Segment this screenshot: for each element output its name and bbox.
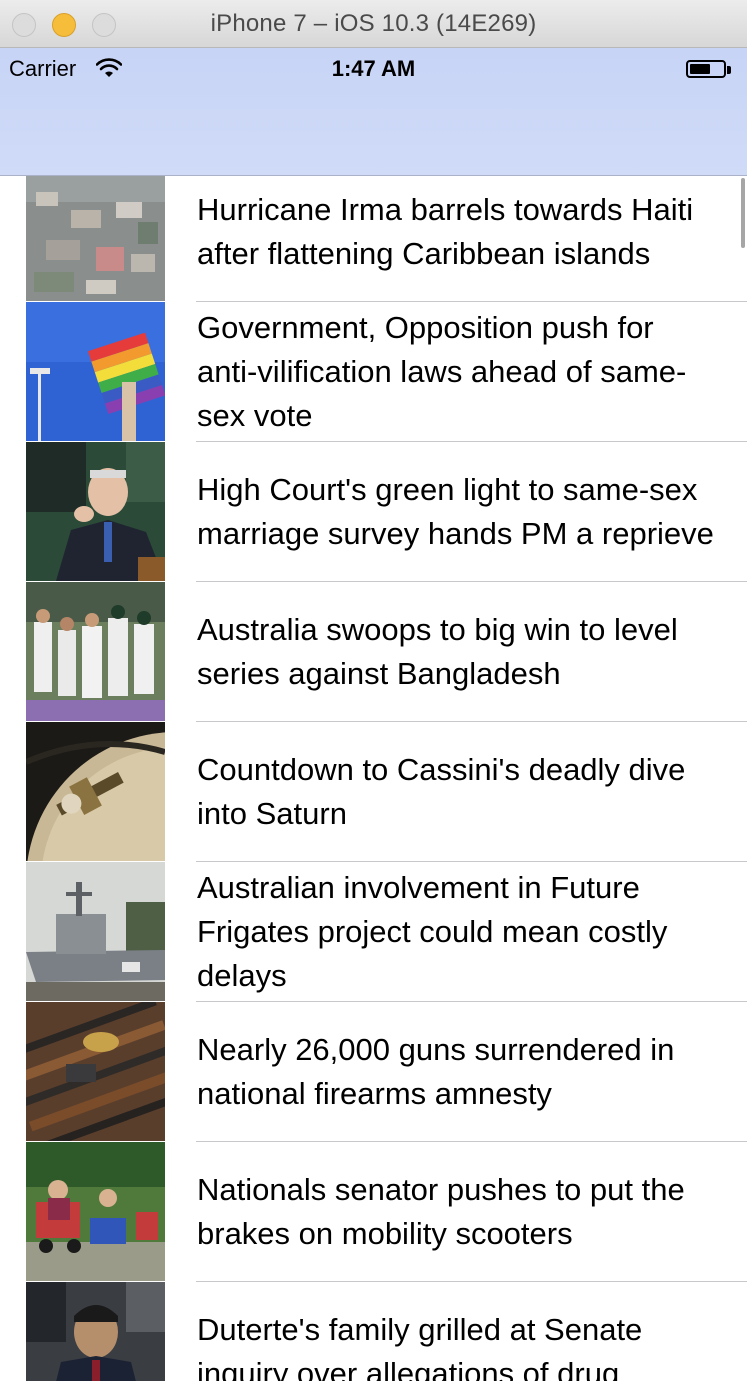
article-row[interactable]: Nationals senator pushes to put the brak… — [0, 1142, 747, 1282]
article-thumbnail — [26, 302, 165, 441]
article-row[interactable]: High Court's green light to same-sex mar… — [0, 442, 747, 582]
article-row[interactable]: Nearly 26,000 guns surrendered in nation… — [0, 1002, 747, 1142]
article-headline: Nationals senator pushes to put the brak… — [197, 1171, 685, 1251]
article-row[interactable]: Australian involvement in Future Frigate… — [0, 862, 747, 1002]
article-row[interactable]: Australia swoops to big win to level ser… — [0, 582, 747, 722]
article-headline: Australian involvement in Future Frigate… — [197, 869, 668, 993]
article-thumbnail — [26, 862, 165, 1001]
article-thumbnail — [26, 1142, 165, 1281]
article-list[interactable]: Hurricane Irma barrels towards Haiti aft… — [0, 176, 747, 1381]
article-headline: Hurricane Irma barrels towards Haiti aft… — [197, 191, 694, 271]
article-headline: Duterte's family grilled at Senate inqui… — [197, 1311, 643, 1381]
article-thumbnail — [26, 442, 165, 581]
article-thumbnail — [26, 1282, 165, 1381]
article-headline: High Court's green light to same-sex mar… — [197, 471, 714, 551]
article-thumbnail — [26, 1002, 165, 1141]
article-thumbnail — [26, 176, 165, 301]
article-row[interactable]: Countdown to Cassini's deadly dive into … — [0, 722, 747, 862]
navigation-bar: Carrier 1:47 AM — [0, 48, 747, 176]
article-thumbnail — [26, 582, 165, 721]
article-row[interactable]: Duterte's family grilled at Senate inqui… — [0, 1282, 747, 1381]
article-headline: Nearly 26,000 guns surrendered in nation… — [197, 1031, 675, 1111]
article-headline: Government, Opposition push for anti-vil… — [197, 309, 687, 433]
article-row[interactable]: Hurricane Irma barrels towards Haiti aft… — [0, 176, 747, 302]
status-time: 1:47 AM — [331, 56, 416, 81]
battery-nub — [727, 66, 731, 74]
simulator-titlebar: iPhone 7 – iOS 10.3 (14E269) — [0, 0, 747, 48]
article-row[interactable]: Government, Opposition push for anti-vil… — [0, 302, 747, 442]
window-title: iPhone 7 – iOS 10.3 (14E269) — [210, 10, 537, 37]
scroll-indicator[interactable] — [741, 178, 745, 248]
article-headline: Countdown to Cassini's deadly dive into … — [197, 751, 686, 831]
article-headline: Australia swoops to big win to level ser… — [197, 611, 678, 691]
article-thumbnail — [26, 722, 165, 861]
battery-icon — [686, 60, 726, 78]
